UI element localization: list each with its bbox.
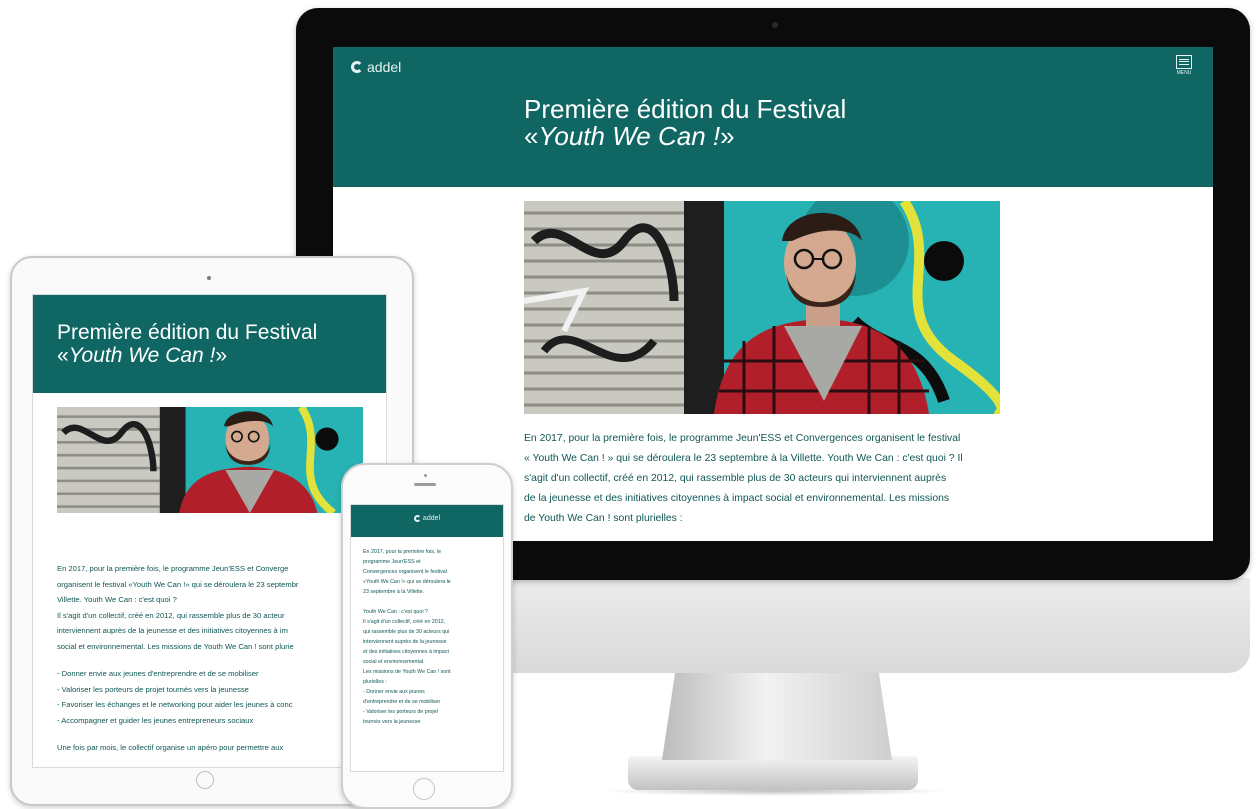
mission-item: d'entreprendre et de se mobiliser [363,699,441,705]
page-title: Première édition du Festival «Youth We C… [524,96,846,150]
title-line-1: Première édition du Festival [524,94,847,124]
phone-camera-icon [424,474,427,477]
tablet-title-line-1: Première édition du Festival [57,321,318,344]
body-line: «Youth We Can !» qui se déroulera le [363,579,451,585]
mission-item: - Donner envie aux jeunes d'entreprendre… [57,669,259,678]
body-line: « Youth We Can ! » qui se déroulera le 2… [524,453,963,464]
tablet-title-line-2: «Youth We Can !» [57,344,228,367]
body-line: Il s'agit d'un collectif, créé en 2012, … [57,610,285,620]
tablet-camera-icon [207,276,211,280]
mission-item: - Accompagner et guider les jeunes entre… [57,715,254,725]
tablet-article-body: En 2017, pour la première fois, le progr… [57,561,377,756]
body-line: programme Jeun'ESS et [363,559,421,565]
body-line: plurielles : [363,679,387,685]
body-line: de Youth We Can ! sont plurielles : [524,513,683,524]
logo-text: addel [367,59,402,75]
monitor-stand [662,668,892,760]
tablet-hero-photo [57,407,363,513]
body-line: En 2017, pour la première fois, le progr… [57,564,289,573]
mission-item: - Valoriser les porteurs de projet tourn… [57,684,249,694]
body-line: Les missions de Youth We Can ! sont [363,669,451,675]
body-line: social et environnemental. Les missions … [57,641,294,651]
body-line: Youth We Can : c'est quoi ? [363,609,428,615]
mission-item: tournés vers la jeunesse [363,719,421,725]
body-line: interviennent auprès de la jeunesse [363,639,447,645]
title-line-2: «Youth We Can !» [524,121,735,151]
body-line: Villette. Youth We Can : c'est quoi ? [57,595,177,604]
body-line: 23 septembre à la Villette. [363,589,425,595]
logo-icon [413,515,421,522]
phone-home-button[interactable] [413,778,435,800]
hamburger-menu-icon [1176,55,1192,69]
tablet-home-button[interactable] [196,771,214,789]
menu-button[interactable]: MENU [1171,55,1197,76]
body-line: de la jeunesse et des initiatives citoye… [524,493,950,504]
tablet-page-title: Première édition du Festival «Youth We C… [57,321,317,367]
tablet-screen: Première édition du Festival «Youth We C… [32,294,387,768]
mission-item: - Valoriser les porteurs de projet [363,709,438,715]
logo-text: addel [422,515,441,522]
mission-item: - Favoriser les échanges et le networkin… [57,700,293,709]
hero-photo [524,201,1000,414]
body-line: En 2017, pour la première fois, le [363,549,442,555]
body-line: Il s'agit d'un collectif, créé en 2012, [363,619,446,625]
body-line: Convergences organisent le festival [363,569,447,575]
monitor-base [628,756,918,790]
body-line: social et environnemental. [363,659,425,665]
phone-screen: addel En 2017, pour la première fois, le… [350,504,504,772]
menu-label: MENU [1176,70,1192,76]
phone-article-body: En 2017, pour la première fois, le progr… [363,547,503,727]
body-line: interviennent auprès de la jeunesse et d… [57,626,288,635]
mission-item: - Donner envie aux jeunes [363,689,425,695]
body-line: et des initiatives citoyennes à impact [363,649,449,655]
camera-icon [772,22,778,28]
phone-logo[interactable]: addel [351,515,503,522]
body-line: s'agit d'un collectif, créé en 2012, qui… [524,473,947,484]
logo-icon [351,61,363,73]
body-line: organisent le festival «Youth We Can !» … [57,579,299,589]
body-line: En 2017, pour la première fois, le progr… [524,433,961,444]
article-body: En 2017, pour la première fois, le progr… [524,429,1006,529]
body-line: qui rassemble plus de 30 acteurs qui [363,629,450,635]
desktop-logo[interactable]: addel [351,59,401,75]
phone-speaker [414,483,436,486]
body-line: Une fois par mois, le collectif organise… [57,743,284,752]
